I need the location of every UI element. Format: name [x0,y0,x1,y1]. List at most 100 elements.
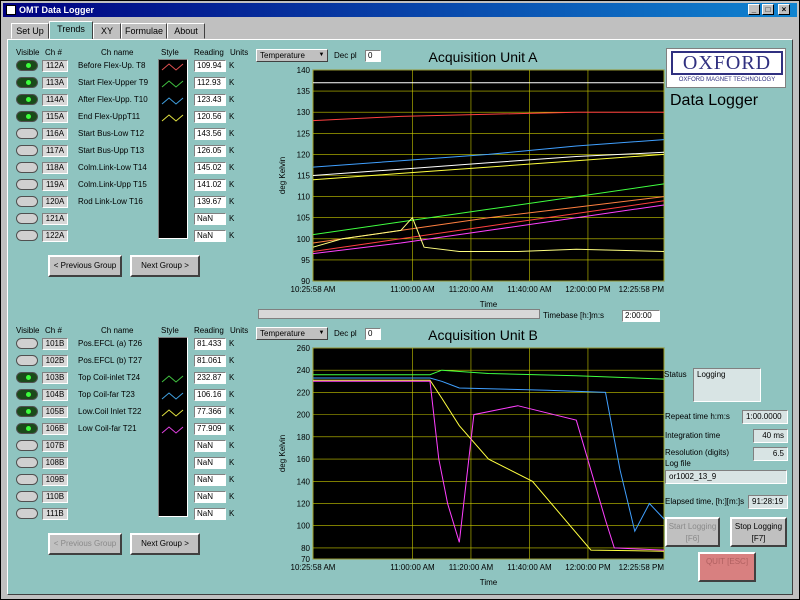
channel-name[interactable]: Before Flex-Up. T8 [78,60,156,72]
channel-name[interactable]: Rod Link-Low T16 [78,196,156,208]
channel-number[interactable]: 112A [42,60,68,72]
channel-number[interactable]: 110B [42,491,68,503]
close-icon[interactable]: × [778,4,790,15]
channel-number[interactable]: 102B [42,355,68,367]
channel-name[interactable] [78,508,156,520]
channel-number[interactable]: 106B [42,423,68,435]
channel-name[interactable]: Start Bus-Low T12 [78,128,156,140]
tab-trends[interactable]: Trends [49,21,93,40]
channel-name[interactable]: Low.Coil Inlet T22 [78,406,156,418]
channel-number[interactable]: 122A [42,230,68,242]
channel-name[interactable] [78,213,156,225]
maximize-icon[interactable]: □ [762,4,774,15]
previous-group-button-b[interactable]: < Previous Group [48,533,122,555]
previous-group-button-a[interactable]: < Previous Group [48,255,122,277]
y-tick-label: 160 [297,455,311,464]
channel-number[interactable]: 108B [42,457,68,469]
channel-name[interactable]: Top Coil-far T23 [78,389,156,401]
visible-toggle[interactable] [16,508,38,519]
visible-toggle[interactable] [16,338,38,349]
visible-toggle[interactable] [16,230,38,241]
header-reading-b: Reading [194,326,224,335]
next-group-button-b[interactable]: Next Group > [130,533,200,555]
tab-formulae[interactable]: Formulae [121,23,167,39]
visible-toggle[interactable] [16,60,38,71]
channel-number[interactable]: 116A [42,128,68,140]
channel-number[interactable]: 101B [42,338,68,350]
channel-name[interactable]: Colm.Link-Low T14 [78,162,156,174]
integration-value[interactable]: 40 ms [753,429,788,443]
visible-toggle[interactable] [16,111,38,122]
visible-toggle[interactable] [16,145,38,156]
channel-number[interactable]: 118A [42,162,68,174]
channel-name[interactable]: End Flex-UppT11 [78,111,156,123]
y-tick-label: 80 [301,544,310,553]
logfile-value[interactable]: or1002_13_9 [665,470,787,484]
channel-number[interactable]: 113A [42,77,68,89]
channel-number[interactable]: 121A [42,213,68,225]
tab-about[interactable]: About [167,23,205,39]
channel-reading: 81.061 [194,355,226,367]
channel-number[interactable]: 114A [42,94,68,106]
visible-toggle[interactable] [16,162,38,173]
channel-number[interactable]: 117A [42,145,68,157]
visible-toggle[interactable] [16,196,38,207]
tab-setup[interactable]: Set Up [11,23,49,39]
y-tick-label: 130 [297,108,311,117]
visible-toggle[interactable] [16,355,38,366]
channel-name[interactable]: Low Coil-far T21 [78,423,156,435]
channel-number[interactable]: 119A [42,179,68,191]
visible-toggle[interactable] [16,491,38,502]
visible-toggle[interactable] [16,406,38,417]
channel-number[interactable]: 103B [42,372,68,384]
visible-toggle[interactable] [16,440,38,451]
channel-name[interactable]: Top Coil-inlet T24 [78,372,156,384]
channel-number[interactable]: 105B [42,406,68,418]
channel-name[interactable] [78,474,156,486]
channel-number[interactable]: 104B [42,389,68,401]
x-tick-label: 11:00:00 AM [390,563,435,572]
visible-toggle[interactable] [16,179,38,190]
visible-toggle[interactable] [16,77,38,88]
channel-number[interactable]: 111B [42,508,68,520]
channel-name[interactable]: Pos.EFCL (a) T26 [78,338,156,350]
timebase-input[interactable]: 2:00:00 [622,310,660,322]
channel-number[interactable]: 115A [42,111,68,123]
visible-toggle[interactable] [16,372,38,383]
channel-name[interactable] [78,440,156,452]
next-group-button-a[interactable]: Next Group > [130,255,200,277]
channel-reading: 126.05 [194,145,226,157]
channel-units: K [229,61,235,70]
stop-logging-button[interactable]: Stop Logging [F7] [730,517,787,547]
visible-toggle[interactable] [16,213,38,224]
channel-name[interactable]: After Flex-Upp. T10 [78,94,156,106]
channel-name[interactable]: Pos.EFCL (b) T27 [78,355,156,367]
channel-name[interactable] [78,230,156,242]
channel-units: K [229,112,235,121]
window-title: OMT Data Logger [19,5,95,15]
visible-toggle[interactable] [16,423,38,434]
tab-xy[interactable]: XY [93,23,121,39]
channel-name[interactable] [78,491,156,503]
channel-reading: NaN [194,457,226,469]
channel-name[interactable]: Colm.Link-Upp T15 [78,179,156,191]
resolution-value[interactable]: 6.5 [753,447,788,461]
repeat-value[interactable]: 1:00.0000 [742,410,788,424]
channel-reading: NaN [194,440,226,452]
start-logging-button[interactable]: Start Logging [F6] [665,517,720,547]
channel-number[interactable]: 120A [42,196,68,208]
channel-number[interactable]: 107B [42,440,68,452]
x-tick-label: 10:25:58 AM [291,285,336,294]
visible-toggle[interactable] [16,474,38,485]
visible-toggle[interactable] [16,457,38,468]
channel-name[interactable]: Start Flex-Upper T9 [78,77,156,89]
visible-toggle[interactable] [16,94,38,105]
visible-toggle[interactable] [16,389,38,400]
channel-name[interactable] [78,457,156,469]
time-scrollbar[interactable] [258,309,540,319]
quit-button[interactable]: QUIT [ESC] [698,552,756,582]
minimize-icon[interactable]: _ [748,4,760,15]
channel-number[interactable]: 109B [42,474,68,486]
visible-toggle[interactable] [16,128,38,139]
channel-name[interactable]: Start Bus-Upp T13 [78,145,156,157]
